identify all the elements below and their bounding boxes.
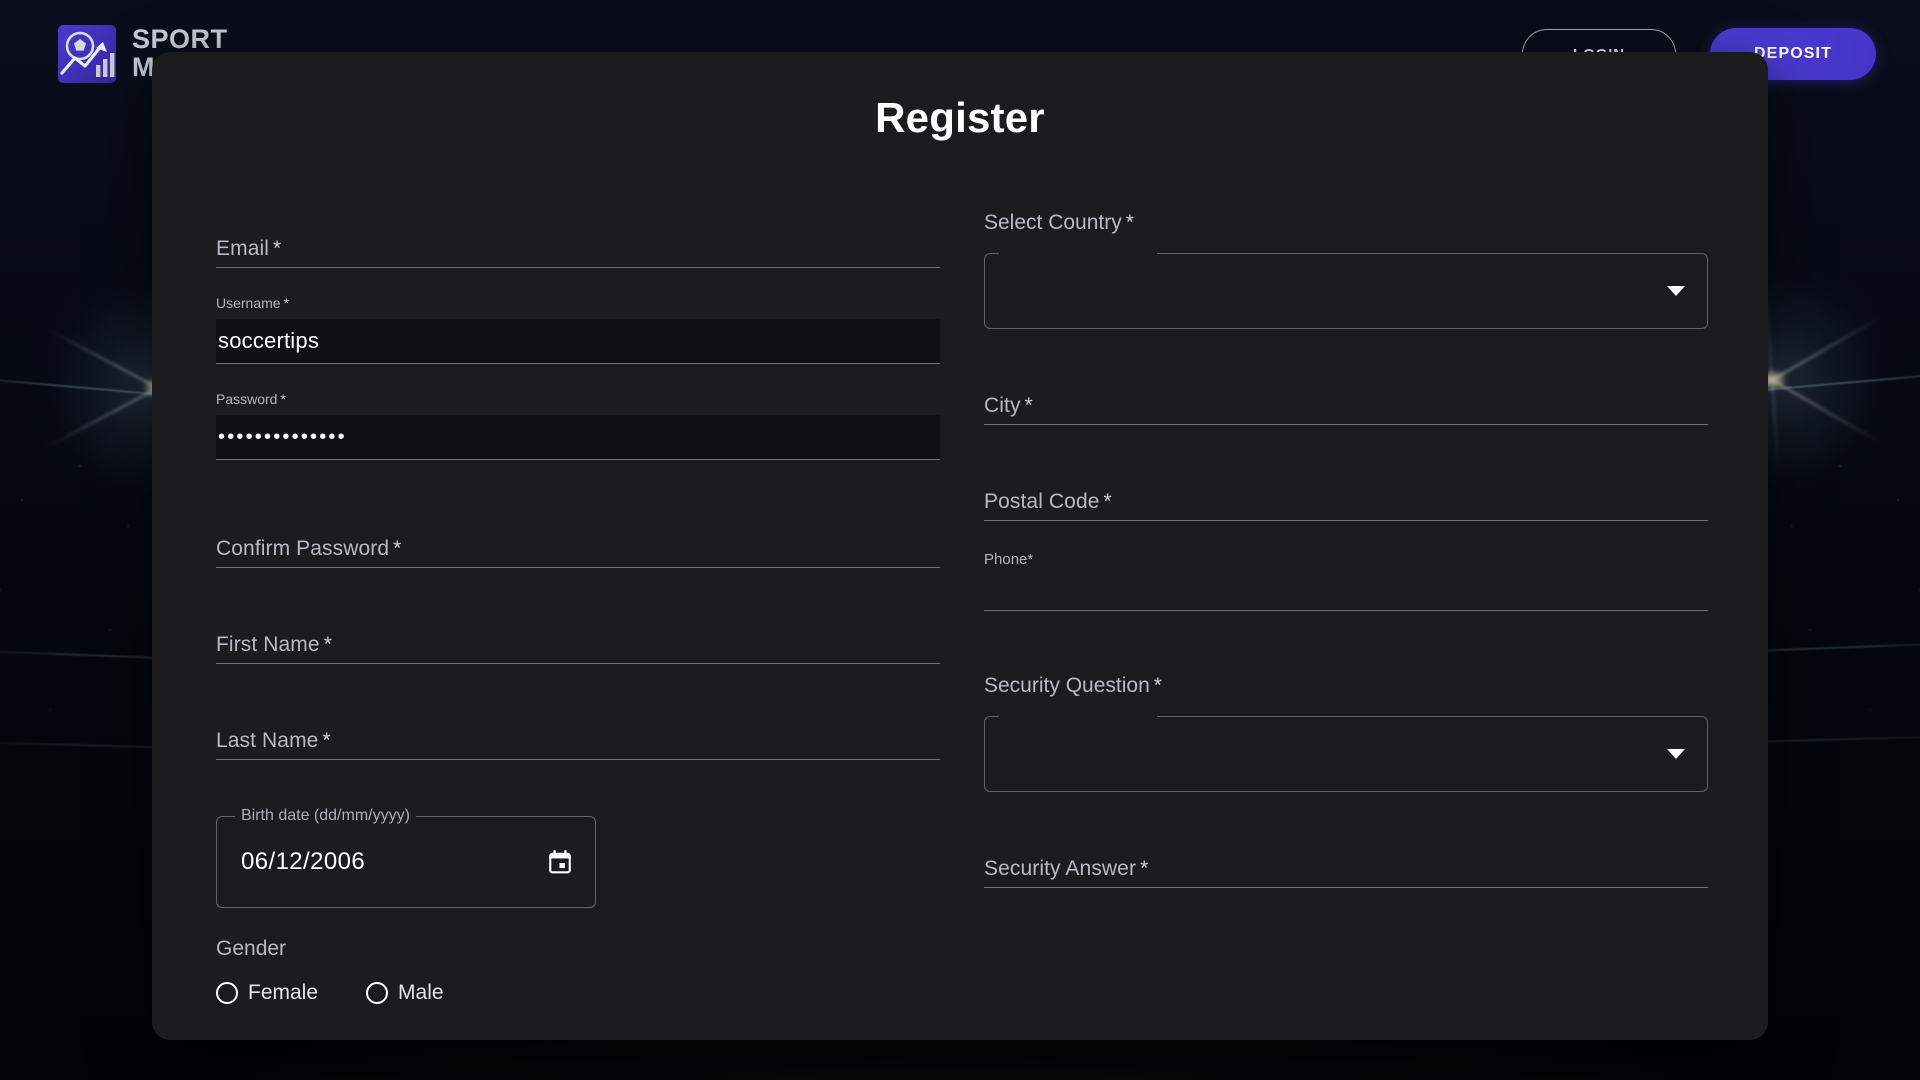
gender-group: Gender Female Male [216,938,940,1005]
phone-field[interactable]: Phone* [984,549,1708,611]
security-answer-field[interactable]: Security Answer * [984,832,1708,888]
brand-line-1: SPORT [132,24,228,55]
country-select-group: Select Country * [984,212,1708,329]
confirm-password-label: Confirm Password * [216,537,402,560]
postal-code-field[interactable]: Postal Code * [984,465,1708,521]
chevron-down-icon [1667,749,1685,759]
security-answer-label: Security Answer * [984,857,1149,880]
first-name-field[interactable]: First Name * [216,608,940,664]
form-column-left: Email* Username* soccertips Password* [216,212,940,1005]
gender-radio-male[interactable]: Male [366,981,444,1005]
register-modal: Register Email * Username * soccertips P… [152,52,1768,1040]
page-root: SPORT M LOGIN DEPOSIT Register Email* [0,0,1920,1080]
security-question-label: Security Question * [984,674,1162,697]
gender-label: Gender [216,937,287,960]
calendar-icon[interactable] [547,849,573,875]
email-field[interactable]: Email * [216,212,940,268]
last-name-label: Last Name * [216,729,331,752]
country-select[interactable] [984,253,1708,329]
birth-date-value: 06/12/2006 [241,848,366,875]
chevron-down-icon [1667,286,1685,296]
register-form: Email* Username* soccertips Password* [152,212,1768,1005]
radio-unchecked-icon [216,982,238,1004]
gender-radio-row: Female Male [216,981,940,1005]
gender-option-label: Male [398,981,444,1004]
confirm-password-field[interactable]: Confirm Password * [216,512,940,568]
birth-date-label: Birth date (dd/mm/yyyy) [235,808,416,824]
password-field[interactable]: Password * •••••••••••••• [216,392,940,460]
gender-radio-female[interactable]: Female [216,981,318,1005]
birth-date-field[interactable]: Birth date (dd/mm/yyyy) 06/12/2006 [216,808,596,908]
email-label: Email * [216,237,282,260]
username-value: soccertips [218,328,320,353]
username-label: Username * [216,295,290,311]
gender-option-label: Female [248,981,319,1004]
phone-label: Phone* [984,551,1034,568]
first-name-label: First Name * [216,633,332,656]
postal-code-label: Postal Code * [984,490,1112,513]
form-column-right: Select Country * City * Postal Code * Ph… [984,212,1708,1005]
last-name-field[interactable]: Last Name * [216,704,940,760]
security-question-group: Security Question * [984,675,1708,792]
username-field[interactable]: Username * soccertips [216,296,940,364]
password-label: Password * [216,391,286,407]
password-value: •••••••••••••• [218,425,347,448]
page-title: Register [875,94,1045,141]
city-label: City * [984,394,1033,417]
city-field[interactable]: City * [984,369,1708,425]
country-label: Select Country * [984,211,1134,234]
soccer-ball-chart-icon [58,25,116,83]
radio-unchecked-icon [366,982,389,1004]
security-question-select[interactable] [984,716,1708,792]
